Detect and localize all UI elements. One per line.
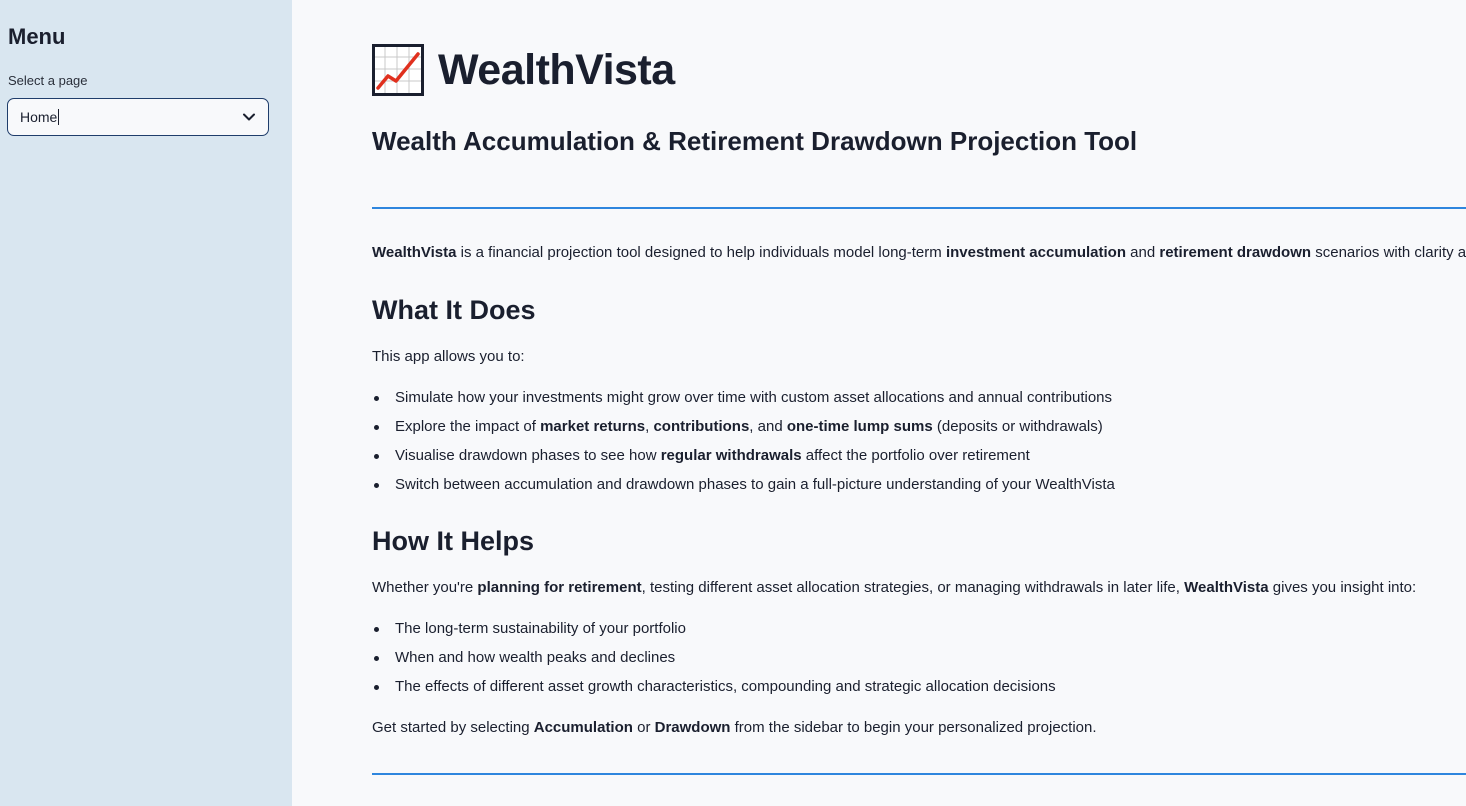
list-item: Visualise drawdown phases to see how reg… — [372, 447, 1115, 476]
what-it-does-heading: What It Does — [372, 295, 536, 325]
chart-increasing-icon — [372, 44, 424, 96]
how-lead: Whether you're planning for retirement, … — [372, 579, 1417, 596]
text-cursor — [58, 109, 60, 125]
page-select-label: Select a page — [8, 73, 88, 88]
list-item: Explore the impact of market returns, co… — [372, 418, 1115, 447]
what-lead: This app allows you to: — [372, 348, 525, 365]
list-item: When and how wealth peaks and declines — [372, 649, 1056, 678]
app-title: WealthVista — [372, 44, 675, 96]
app-title-text: WealthVista — [438, 45, 675, 94]
how-list: The long-term sustainability of your por… — [372, 620, 1056, 707]
page-subtitle: Wealth Accumulation & Retirement Drawdow… — [372, 126, 1138, 156]
closing-paragraph: Get started by selecting Accumulation or… — [372, 719, 1097, 736]
sidebar: Menu Select a page Home — [0, 0, 292, 806]
page-select[interactable]: Home — [7, 98, 269, 136]
intro-paragraph: WealthVista is a financial projection to… — [372, 244, 1466, 261]
what-list: Simulate how your investments might grow… — [372, 389, 1115, 505]
list-item: The long-term sustainability of your por… — [372, 620, 1056, 649]
divider-bottom — [372, 773, 1466, 775]
chevron-down-icon[interactable] — [242, 110, 256, 124]
list-item: Simulate how your investments might grow… — [372, 389, 1115, 418]
list-item: Switch between accumulation and drawdown… — [372, 476, 1115, 505]
page-select-value[interactable]: Home — [20, 109, 60, 125]
main-content: WealthVista Wealth Accumulation & Retire… — [292, 0, 1466, 806]
how-it-helps-heading: How It Helps — [372, 526, 535, 556]
list-item: The effects of different asset growth ch… — [372, 678, 1056, 707]
sidebar-title: Menu — [8, 24, 66, 49]
divider-top — [372, 207, 1466, 209]
